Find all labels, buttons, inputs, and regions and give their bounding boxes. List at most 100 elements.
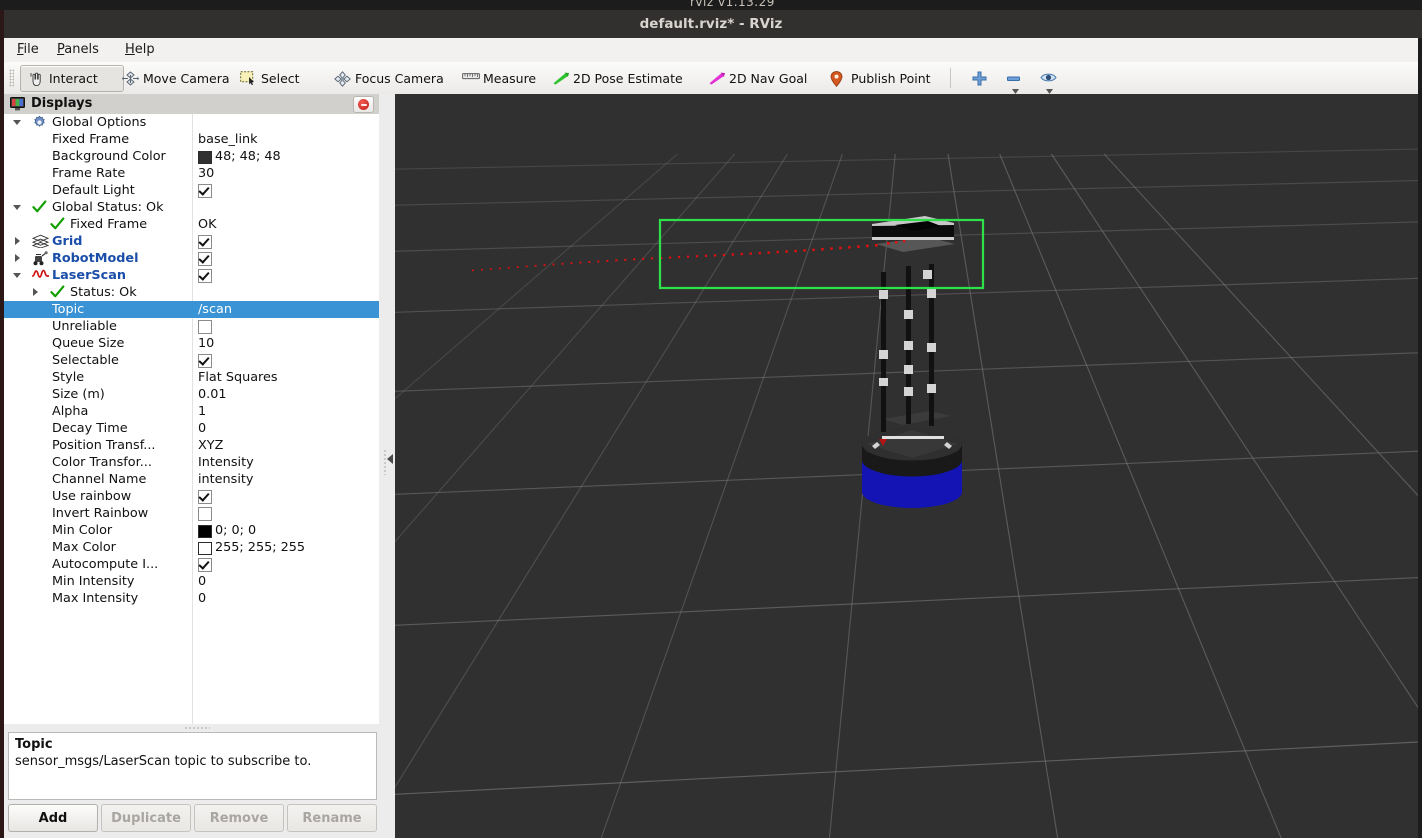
laser-point	[776, 250, 779, 254]
toolbar-2d-pose-estimate-button[interactable]: 2D Pose Estimate	[544, 65, 708, 92]
laser-point	[830, 247, 833, 250]
tree-row[interactable]: Selectable	[4, 352, 379, 369]
laser-point	[875, 244, 878, 247]
checkbox-checked[interactable]	[198, 558, 212, 572]
chevron-down-icon[interactable]	[1046, 82, 1053, 94]
robot-base-rail	[882, 436, 944, 439]
tree-row-label: RobotModel	[52, 251, 139, 266]
tree-row[interactable]: Queue Size 10	[4, 335, 379, 352]
tree-row[interactable]: Decay Time 0	[4, 420, 379, 437]
checkbox-checked[interactable]	[198, 235, 212, 249]
tree-row[interactable]: Min Intensity 0	[4, 573, 379, 590]
tree-row[interactable]: Channel Name intensity	[4, 471, 379, 488]
splitter-grip	[384, 449, 386, 475]
tree-row[interactable]: Min Color 0; 0; 0	[4, 522, 379, 539]
toolbar-move-camera-button[interactable]: Move Camera	[114, 65, 240, 92]
color-swatch[interactable]	[198, 542, 212, 555]
title-bar[interactable]: default.rviz* - RViz	[0, 10, 1422, 38]
tree-row[interactable]: Fixed Frame base_link	[4, 131, 379, 148]
add-button[interactable]: Add	[8, 804, 98, 832]
scene-3d	[395, 94, 1418, 838]
color-swatch[interactable]	[198, 525, 212, 538]
laser-point	[713, 254, 717, 257]
checkbox-checked[interactable]	[198, 490, 212, 504]
displays-monitor-icon	[10, 97, 25, 111]
tree-row[interactable]: Max Color 255; 255; 255	[4, 539, 379, 556]
check-green-icon	[50, 217, 66, 233]
laser-point	[624, 258, 627, 261]
tree-row-value: Intensity	[198, 455, 254, 470]
close-icon[interactable]	[353, 96, 374, 113]
checkbox-checked[interactable]	[198, 354, 212, 368]
tree-row[interactable]: Invert Rainbow	[4, 505, 379, 522]
collapse-arrow-icon[interactable]	[387, 454, 393, 464]
checkbox-unchecked[interactable]	[198, 507, 212, 521]
description-box: Topic sensor_msgs/LaserScan topic to sub…	[8, 732, 377, 800]
tree-row[interactable]: Color Transfor... Intensity	[4, 454, 379, 471]
menu-panels[interactable]: Panels	[50, 41, 106, 59]
toolbar-interact-button[interactable]: Interact	[20, 65, 124, 92]
expander-closed-icon[interactable]	[12, 233, 22, 250]
panel-horizontal-splitter[interactable]	[4, 724, 379, 732]
rename-button[interactable]: Rename	[287, 804, 377, 832]
tree-row[interactable]: Max Intensity 0	[4, 590, 379, 607]
expander-open-icon[interactable]	[12, 199, 22, 216]
toolbar-measure-button[interactable]: Measure	[454, 65, 550, 92]
toolbar-select-button[interactable]: Select	[232, 65, 332, 92]
tree-row-value: 0; 0; 0	[215, 523, 257, 538]
tree-row[interactable]: Grid	[4, 233, 379, 250]
toolbar-2d-nav-goal-button[interactable]: 2D Nav Goal	[700, 65, 830, 92]
laser-point	[839, 246, 842, 250]
menu-file[interactable]: File	[10, 41, 46, 59]
tree-row[interactable]: Status: Ok	[4, 284, 379, 301]
remove-button[interactable]: Remove	[194, 804, 284, 832]
tree-row[interactable]: Autocompute I...	[4, 556, 379, 573]
tree-row[interactable]: Fixed Frame OK	[4, 216, 379, 233]
menu-help[interactable]: Help	[118, 41, 162, 59]
tree-row[interactable]: Default Light	[4, 182, 379, 199]
tree-row[interactable]: Size (m) 0.01	[4, 386, 379, 403]
tree-row[interactable]: RobotModel	[4, 250, 379, 267]
plus-icon	[972, 71, 989, 87]
pole-spacer	[927, 289, 936, 298]
tool-properties-button[interactable]	[1028, 65, 1069, 94]
tree-row-label: Frame Rate	[52, 166, 126, 181]
tree-row[interactable]: Use rainbow	[4, 488, 379, 505]
tree-row[interactable]: Global Options	[4, 114, 379, 131]
expander-closed-icon[interactable]	[12, 250, 22, 267]
render-viewport-3d[interactable]	[395, 94, 1418, 838]
tree-row[interactable]: LaserScan	[4, 267, 379, 284]
tree-row[interactable]: Style Flat Squares	[4, 369, 379, 386]
tree-row[interactable]: Position Transf... XYZ	[4, 437, 379, 454]
laser-point	[633, 258, 636, 261]
color-swatch[interactable]	[198, 151, 212, 164]
toolbar-focus-camera-button[interactable]: Focus Camera	[326, 65, 460, 92]
map-pin-icon	[830, 70, 847, 87]
tree-row[interactable]: Topic/scan	[4, 301, 379, 318]
expander-closed-icon[interactable]	[30, 284, 40, 301]
checkbox-checked[interactable]	[198, 252, 212, 266]
window-title: default.rviz* - RViz	[639, 16, 783, 32]
checkbox-unchecked[interactable]	[198, 320, 212, 334]
toolbar-grip[interactable]	[9, 69, 14, 87]
expander-open-icon[interactable]	[12, 114, 22, 131]
tree-row[interactable]: Alpha 1	[4, 403, 379, 420]
checkbox-checked[interactable]	[198, 184, 212, 198]
check-green-icon	[32, 200, 48, 216]
tree-row-label: Fixed Frame	[52, 132, 130, 147]
tree-row-label: Global Status: Ok	[52, 200, 164, 215]
laser-point	[695, 255, 699, 258]
displays-panel-header: Displays	[4, 94, 379, 115]
tree-row[interactable]: Unreliable	[4, 318, 379, 335]
duplicate-button[interactable]: Duplicate	[101, 804, 191, 832]
displays-tree[interactable]: Global Options Fixed Frame base_link Backgr…	[4, 114, 379, 724]
checkbox-checked[interactable]	[198, 269, 212, 283]
tree-row[interactable]: Global Status: Ok	[4, 199, 379, 216]
chevron-down-icon[interactable]	[1012, 82, 1019, 94]
main-vertical-splitter[interactable]	[379, 94, 395, 838]
laser-point	[704, 254, 708, 257]
expander-open-icon[interactable]	[12, 267, 22, 284]
tree-row[interactable]: Frame Rate 30	[4, 165, 379, 182]
tree-row[interactable]: Background Color 48; 48; 48	[4, 148, 379, 165]
toolbar-publish-point-button[interactable]: Publish Point	[822, 65, 946, 92]
